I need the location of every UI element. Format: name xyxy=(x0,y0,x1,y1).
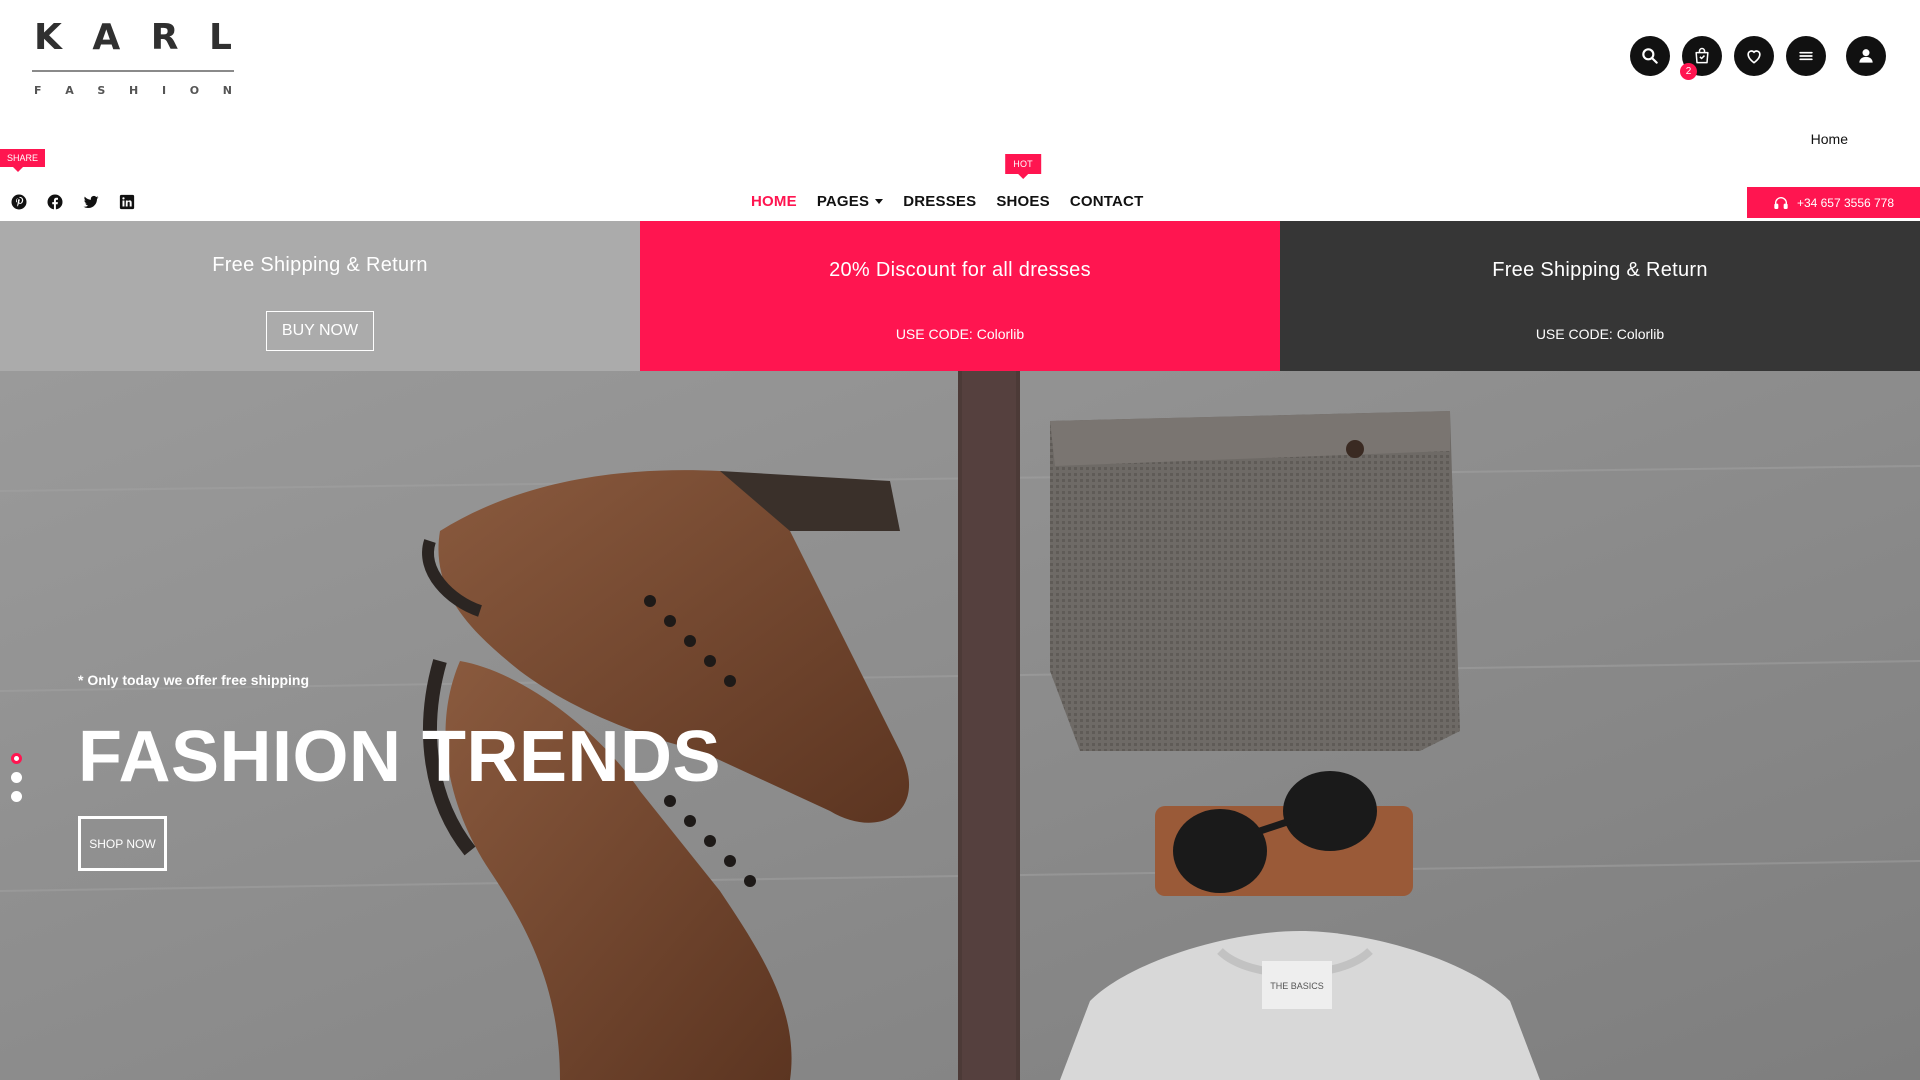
logo-letter: K xyxy=(34,17,62,58)
account-button[interactable] xyxy=(1846,36,1886,76)
nav-label: HOME xyxy=(751,193,797,210)
slider-dot[interactable] xyxy=(11,772,22,783)
shop-now-button[interactable]: SHOP NOW xyxy=(78,816,167,871)
slider-dot[interactable] xyxy=(11,791,22,802)
shopping-bag-icon xyxy=(1695,47,1709,64)
nav-pages[interactable]: PAGES xyxy=(816,193,884,210)
promo-free-shipping-code[interactable]: Free Shipping & Return USE CODE: Colorli… xyxy=(1280,221,1920,371)
caret-down-icon xyxy=(875,199,884,204)
breadcrumb-home-link[interactable]: Home xyxy=(1811,131,1848,147)
social-links xyxy=(10,193,136,211)
phone-number: +34 657 3556 778 xyxy=(1796,195,1895,210)
share-badge: SHARE xyxy=(0,149,46,172)
nav-shoes[interactable]: HOT SHOES xyxy=(996,154,1050,210)
promo-discount[interactable]: 20% Discount for all dresses USE CODE: C… xyxy=(640,221,1280,371)
hero-tagline: * Only today we offer free shipping xyxy=(78,672,310,688)
user-icon xyxy=(1859,49,1873,63)
promo-strip: Free Shipping & Return BUY NOW 20% Disco… xyxy=(0,221,1920,371)
logo-sub-letter: H xyxy=(129,84,139,97)
hot-badge: HOT xyxy=(1005,154,1041,179)
search-icon xyxy=(1642,48,1658,64)
folded-trousers xyxy=(1050,411,1460,751)
logo-wordmark: K A R L xyxy=(32,20,234,56)
facebook-link[interactable] xyxy=(46,193,64,211)
promo-title: Free Shipping & Return xyxy=(1492,259,1708,281)
buy-now-button[interactable]: BUY NOW xyxy=(265,311,375,351)
karl-fashion-logo[interactable]: K A R L F A S H I O N xyxy=(32,20,234,97)
heart-icon xyxy=(1747,50,1761,64)
cart-button[interactable]: 2 xyxy=(1680,36,1722,80)
twitter-link[interactable] xyxy=(82,193,100,211)
logo-subtitle: F A S H I O N xyxy=(32,84,234,97)
site-header: K A R L F A S H I O N 2 Home SHARE HOME … xyxy=(0,0,1920,221)
search-button[interactable] xyxy=(1630,36,1670,76)
nav-label: CONTACT xyxy=(1069,193,1144,210)
logo-letter: L xyxy=(209,17,232,58)
tshirt-label-text: THE BASICS xyxy=(1270,981,1324,991)
logo-sub-letter: A xyxy=(65,84,74,97)
logo-sub-letter: O xyxy=(189,84,200,97)
header-actions: 2 xyxy=(1630,36,1886,80)
pinterest-icon xyxy=(11,194,27,210)
logo-sub-letter: F xyxy=(34,84,42,97)
hero-slider: THE BASICS * Only today we offer free sh… xyxy=(0,371,1920,1080)
wishlist-button[interactable] xyxy=(1734,36,1774,76)
linkedin-link[interactable] xyxy=(118,193,136,211)
nav-home[interactable]: HOME xyxy=(751,193,797,210)
logo-sub-letter: S xyxy=(97,84,106,97)
menu-button[interactable] xyxy=(1786,36,1826,76)
linkedin-icon xyxy=(119,194,135,210)
logo-sub-letter: I xyxy=(161,84,167,97)
cart-count-badge: 2 xyxy=(1680,63,1697,80)
promo-title: Free Shipping & Return xyxy=(212,254,428,276)
slider-pagination xyxy=(11,753,22,802)
phone-contact-button[interactable]: +34 657 3556 778 xyxy=(1747,187,1920,218)
nav-label: PAGES xyxy=(816,193,870,210)
nav-label: SHOES xyxy=(996,193,1050,210)
logo-letter: A xyxy=(92,17,121,58)
promo-code: USE CODE: Colorlib xyxy=(895,326,1025,342)
hero-title: FASHION TRENDS xyxy=(78,717,722,797)
logo-divider xyxy=(32,70,234,72)
twitter-icon xyxy=(83,195,99,209)
nav-contact[interactable]: CONTACT xyxy=(1070,193,1144,210)
main-navigation: HOME PAGES DRESSES HOT SHOES CONTACT xyxy=(751,154,1144,210)
nav-label: DRESSES xyxy=(903,193,977,210)
promo-title: 20% Discount for all dresses xyxy=(829,259,1091,281)
logo-sub-letter: N xyxy=(222,84,232,97)
promo-free-shipping: Free Shipping & Return BUY NOW xyxy=(0,221,640,371)
menu-icon xyxy=(1799,51,1813,61)
facebook-icon xyxy=(47,194,63,210)
logo-letter: R xyxy=(150,17,179,58)
promo-code: USE CODE: Colorlib xyxy=(1535,326,1665,342)
nav-dresses[interactable]: DRESSES xyxy=(903,193,976,210)
headphones-icon xyxy=(1774,196,1788,209)
slider-dot-active[interactable] xyxy=(11,753,22,764)
pinterest-link[interactable] xyxy=(10,193,28,211)
